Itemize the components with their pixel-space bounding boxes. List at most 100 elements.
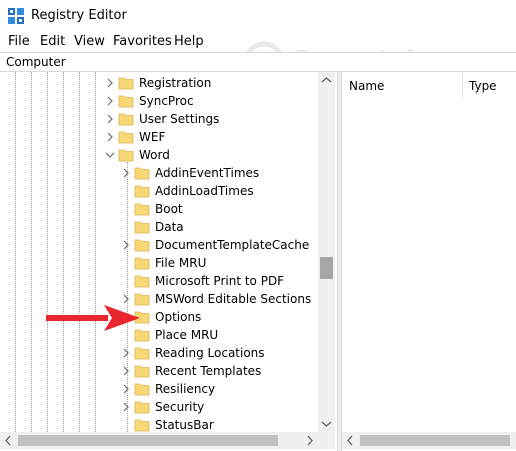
folder-icon — [134, 419, 150, 432]
tree-item-label: Security — [155, 400, 205, 414]
tree-item[interactable]: Security — [120, 398, 337, 416]
tree-item[interactable]: Options — [120, 308, 337, 326]
tree-guide-line — [47, 72, 48, 432]
tree-item-label: Place MRU — [155, 328, 219, 342]
horizontal-scroll-thumb[interactable] — [18, 435, 278, 446]
tree-item[interactable]: MSWord Editable Sections — [120, 290, 337, 308]
column-header-type[interactable]: Type — [463, 72, 516, 98]
tree-item[interactable]: WEF — [104, 128, 337, 146]
tree-item[interactable]: Word — [104, 146, 337, 164]
tree-item[interactable]: Resiliency — [120, 380, 337, 398]
tree-item-label: Recent Templates — [155, 364, 262, 378]
tree-item[interactable]: Registration — [104, 74, 337, 92]
address-bar[interactable]: Computer — [0, 52, 516, 72]
address-path: Computer — [6, 55, 66, 69]
folder-icon — [134, 275, 150, 288]
folder-icon — [118, 149, 134, 162]
scrollbar-corner — [318, 432, 335, 449]
window-title: Registry Editor — [31, 8, 127, 23]
tree-item-label: Boot — [155, 202, 183, 216]
chevron-right-icon[interactable] — [120, 166, 132, 180]
menu-favorites[interactable]: Favorites — [113, 34, 172, 49]
folder-icon — [118, 113, 134, 126]
tree-item[interactable]: AddinEventTimes — [120, 164, 337, 182]
folder-icon — [134, 383, 150, 396]
scroll-left-icon[interactable] — [0, 432, 17, 449]
column-header-name[interactable]: Name — [342, 72, 462, 98]
key-tree[interactable]: Registration SyncProc User Settings WEF Word… — [0, 72, 337, 451]
tree-item[interactable]: Reading Locations — [120, 344, 337, 362]
tree-item[interactable]: Microsoft Print to PDF — [120, 272, 337, 290]
column-header-name-label: Name — [349, 79, 385, 93]
tree-item-label: Reading Locations — [155, 346, 265, 360]
tree-item[interactable]: File MRU — [120, 254, 337, 272]
tree-item-label: AddinEventTimes — [155, 166, 260, 180]
tree-item[interactable]: AddinLoadTimes — [120, 182, 337, 200]
chevron-right-icon[interactable] — [104, 130, 116, 144]
folder-icon — [134, 221, 150, 234]
tree-guide-line — [31, 72, 32, 432]
menu-bar: File Edit View Favorites Help — [0, 32, 516, 52]
tree-item[interactable]: Recent Templates — [120, 362, 337, 380]
folder-icon — [134, 257, 150, 270]
chevron-right-icon[interactable] — [120, 346, 132, 360]
folder-icon — [118, 95, 134, 108]
red-pointer-arrow-icon — [46, 305, 140, 331]
column-header-type-label: Type — [469, 79, 497, 93]
tree-item-label: File MRU — [155, 256, 207, 270]
folder-icon — [134, 167, 150, 180]
scroll-down-icon[interactable] — [318, 415, 335, 432]
tree-item[interactable]: DocumentTemplateCache — [120, 236, 337, 254]
chevron-right-icon[interactable] — [104, 112, 116, 126]
scroll-up-icon[interactable] — [318, 72, 335, 89]
list-horizontal-scrollbar[interactable] — [342, 432, 516, 449]
folder-icon — [134, 185, 150, 198]
tree-item[interactable]: User Settings — [104, 110, 337, 128]
scroll-right-icon[interactable] — [301, 432, 318, 449]
folder-icon — [134, 203, 150, 216]
menu-view[interactable]: View — [74, 34, 105, 49]
tree-item-label: Registration — [139, 76, 212, 90]
tree-item-label: StatusBar — [155, 418, 214, 432]
menu-help[interactable]: Help — [174, 34, 204, 49]
tree-item-label: AddinLoadTimes — [155, 184, 254, 198]
registry-editor-icon — [8, 8, 24, 24]
chevron-right-icon[interactable] — [104, 76, 116, 90]
chevron-right-icon[interactable] — [120, 364, 132, 378]
tree-item-label: User Settings — [139, 112, 220, 126]
menu-edit[interactable]: Edit — [40, 34, 65, 49]
tree-item[interactable]: SyncProc — [104, 92, 337, 110]
scroll-left-icon[interactable] — [342, 432, 359, 449]
folder-icon — [134, 401, 150, 414]
tree-item[interactable]: Boot — [120, 200, 337, 218]
chevron-down-icon[interactable] — [104, 148, 116, 162]
folder-icon — [118, 131, 134, 144]
tree-item[interactable]: Place MRU — [120, 326, 337, 344]
folder-icon — [134, 239, 150, 252]
tree-guide-line — [63, 72, 64, 432]
folder-icon — [118, 77, 134, 90]
tree-item-label: MSWord Editable Sections — [155, 292, 312, 306]
chevron-right-icon[interactable] — [120, 400, 132, 414]
tree-item-label: SyncProc — [139, 94, 194, 108]
tree-item-label: DocumentTemplateCache — [155, 238, 310, 252]
menu-file[interactable]: File — [8, 34, 30, 49]
values-list[interactable]: Name Type — [342, 72, 516, 451]
folder-icon — [134, 365, 150, 378]
tree-item-label: Word — [139, 148, 170, 162]
tree-vertical-scrollbar[interactable] — [318, 72, 335, 432]
tree-guide-line — [15, 72, 16, 432]
tree-item-label: Data — [155, 220, 184, 234]
tree-item-label: Options — [155, 310, 202, 324]
chevron-right-icon[interactable] — [120, 238, 132, 252]
horizontal-scroll-thumb[interactable] — [360, 435, 510, 446]
chevron-right-icon[interactable] — [104, 94, 116, 108]
folder-icon — [134, 347, 150, 360]
title-bar: Registry Editor — [0, 0, 516, 32]
tree-horizontal-scrollbar[interactable] — [0, 432, 318, 449]
vertical-scroll-thumb[interactable] — [320, 257, 333, 279]
tree-item-label: Microsoft Print to PDF — [155, 274, 285, 288]
tree-item[interactable]: Data — [120, 218, 337, 236]
chevron-right-icon[interactable] — [120, 382, 132, 396]
tree-item-label: WEF — [139, 130, 166, 144]
